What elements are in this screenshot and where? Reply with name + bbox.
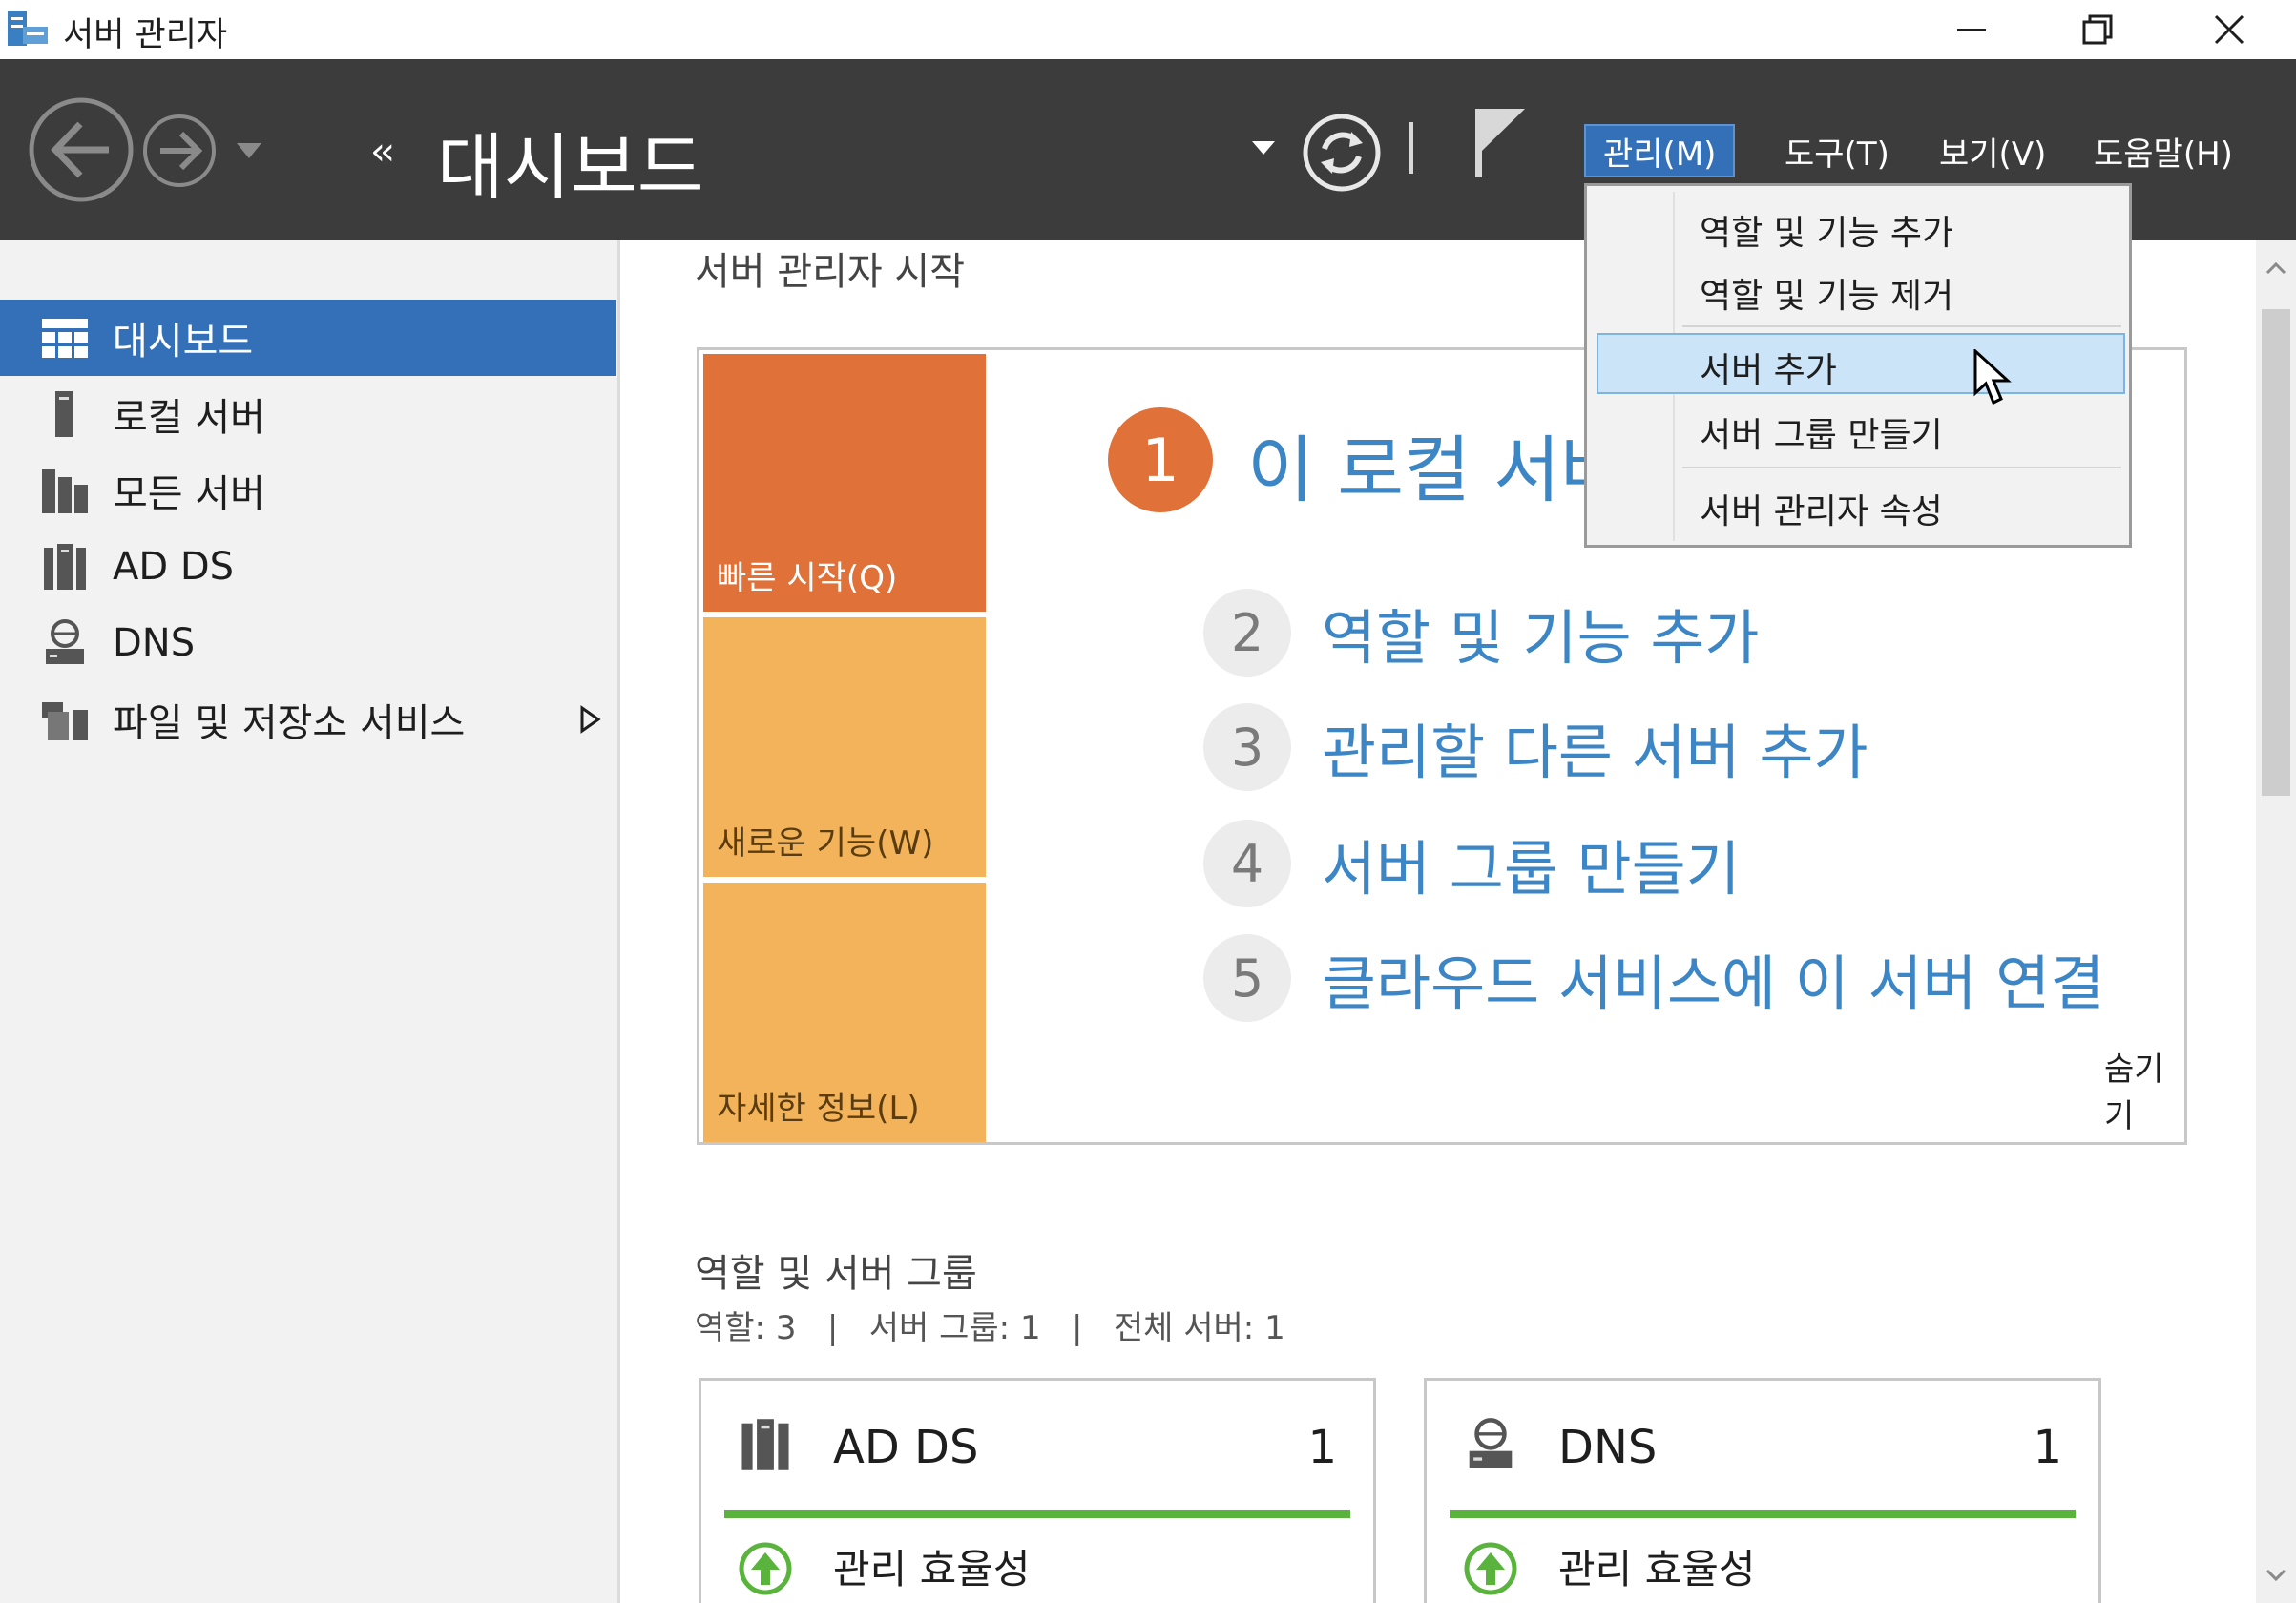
step-number: 3 [1203, 703, 1291, 791]
tile-label: 새로운 기능(W) [717, 824, 934, 863]
close-button[interactable] [2185, 0, 2273, 59]
header-separator [1409, 122, 1413, 174]
role-card-ad-ds[interactable]: AD DS 1 관리 효율성 [699, 1378, 1376, 1603]
mouse-cursor-icon [1973, 349, 2012, 406]
breadcrumb-arrows: ‹‹ [370, 130, 395, 174]
sidebar-item-label: DNS [113, 621, 196, 665]
step-link-add-servers[interactable]: 관리할 다른 서버 추가 [1322, 704, 1868, 790]
tile-label: 자세한 정보(L) [717, 1090, 920, 1128]
menu-help[interactable]: 도움말(H) [2077, 124, 2250, 177]
roles-section-title: 역할 및 서버 그룹 [695, 1252, 977, 1296]
menu-item-properties[interactable]: 서버 관리자 속성 [1700, 484, 1943, 533]
menu-item-create-server-group[interactable]: 서버 그룹 만들기 [1700, 407, 1943, 457]
window-title: 서버 관리자 [63, 16, 228, 54]
menu-item-remove-roles[interactable]: 역할 및 기능 제거 [1700, 268, 1953, 318]
menu-separator [1682, 325, 2121, 327]
step-number: 5 [1203, 934, 1291, 1022]
close-icon [2214, 14, 2244, 45]
sidebar-item-label: 모든 서버 [113, 472, 265, 516]
tile-learn-more[interactable]: 자세한 정보(L) [703, 883, 986, 1142]
restore-button[interactable] [2054, 0, 2141, 59]
menu-separator [1682, 467, 2121, 468]
role-card-status-bar [1450, 1510, 2076, 1518]
step-row-4: 4 서버 그룹 만들기 [1203, 818, 1741, 909]
sidebar-item-dashboard[interactable]: 대시보드 [0, 300, 616, 376]
back-arrow-icon[interactable] [27, 95, 136, 204]
page-title: 대시보드 [437, 125, 704, 210]
tile-label: 빠른 시작(Q) [717, 559, 898, 597]
sidebar-item-dns[interactable]: DNS [0, 605, 616, 681]
step-number: 4 [1203, 820, 1291, 907]
sidebar-item-label: AD DS [113, 545, 235, 589]
vertical-scrollbar[interactable] [2256, 240, 2296, 1603]
step-row-2: 2 역할 및 기능 추가 [1203, 587, 1759, 678]
step-row-3: 3 관리할 다른 서버 추가 [1203, 701, 1868, 793]
menu-hover-highlight [1597, 333, 2125, 394]
sidebar-item-file-storage[interactable]: 파일 및 저장소 서비스 [0, 681, 616, 758]
minimize-button[interactable] [1928, 0, 2015, 59]
all-servers-icon [42, 469, 88, 513]
refresh-icon[interactable] [1302, 113, 1382, 193]
window-title-bar: 서버 관리자 [0, 0, 2296, 59]
ad-ds-icon [741, 1419, 789, 1470]
hide-link[interactable]: 숨기기 [2104, 1043, 2184, 1136]
role-card-title: AD DS [833, 1421, 979, 1474]
restore-icon [2082, 14, 2113, 45]
server-manager-icon [8, 11, 48, 46]
history-dropdown-icon[interactable] [233, 137, 265, 164]
sidebar: 대시보드 로컬 서버 모든 서버 AD DS DNS 파일 및 저장소 서비스 [0, 240, 620, 1603]
menu-tools[interactable]: 도구(T) [1767, 124, 1907, 177]
step-number: 2 [1203, 589, 1291, 677]
breadcrumb-dropdown-icon[interactable] [1250, 137, 1277, 158]
dashboard-grid-icon [42, 319, 88, 358]
menu-item-add-roles[interactable]: 역할 및 기능 추가 [1700, 205, 1953, 255]
role-card-count: 1 [2033, 1421, 2062, 1474]
sidebar-item-label: 로컬 서버 [113, 396, 265, 440]
dns-icon [46, 619, 84, 664]
step-number-1: 1 [1108, 407, 1213, 512]
role-card-dns[interactable]: DNS 1 관리 효율성 [1424, 1378, 2101, 1603]
manage-menu-dropdown: 역할 및 기능 추가 역할 및 기능 제거 서버 추가 서버 그룹 만들기 서버… [1584, 183, 2132, 548]
dns-icon [1469, 1418, 1513, 1468]
minimize-icon [1957, 29, 1986, 31]
chevron-right-icon[interactable] [578, 705, 601, 734]
role-card-status-bar [724, 1510, 1350, 1518]
tile-whats-new[interactable]: 새로운 기능(W) [703, 617, 986, 877]
step-link-cloud-connect[interactable]: 클라우드 서비스에 이 서버 연결 [1322, 935, 2104, 1021]
role-card-count: 1 [1307, 1421, 1337, 1474]
menu-item-add-server[interactable]: 서버 추가 [1700, 343, 1837, 392]
step-link-create-group[interactable]: 서버 그룹 만들기 [1322, 821, 1741, 906]
notification-flag-icon[interactable] [1470, 105, 1529, 179]
menu-view[interactable]: 보기(V) [1922, 124, 2063, 177]
welcome-section-title: 서버 관리자 시작 [695, 250, 966, 294]
sidebar-item-label: 파일 및 저장소 서비스 [113, 701, 466, 745]
sidebar-item-local-server[interactable]: 로컬 서버 [0, 376, 616, 452]
scroll-thumb[interactable] [2262, 309, 2290, 796]
scroll-up-icon[interactable] [2256, 254, 2296, 282]
forward-arrow-icon[interactable] [141, 113, 218, 189]
tile-quick-start[interactable]: 빠른 시작(Q) [703, 354, 986, 612]
role-card-status[interactable]: 관리 효율성 [1558, 1537, 1756, 1595]
up-arrow-circle-icon [1464, 1542, 1517, 1595]
role-card-title: DNS [1558, 1421, 1658, 1474]
sidebar-item-all-servers[interactable]: 모든 서버 [0, 452, 616, 529]
sidebar-item-label: 대시보드 [113, 320, 254, 364]
ad-ds-icon [44, 544, 86, 590]
menu-manage[interactable]: 관리(M) [1584, 124, 1736, 177]
file-storage-icon [42, 702, 88, 740]
up-arrow-circle-icon [739, 1542, 792, 1595]
role-card-status[interactable]: 관리 효율성 [833, 1537, 1031, 1595]
roles-summary: 역할: 3 | 서버 그룹: 1 | 전체 서버: 1 [695, 1309, 1285, 1347]
sidebar-item-ad-ds[interactable]: AD DS [0, 529, 616, 605]
step-link-add-roles[interactable]: 역할 및 기능 추가 [1322, 590, 1759, 676]
step-row-5: 5 클라우드 서비스에 이 서버 연결 [1203, 932, 2104, 1024]
scroll-down-icon[interactable] [2256, 1561, 2296, 1590]
local-server-icon [55, 391, 73, 437]
